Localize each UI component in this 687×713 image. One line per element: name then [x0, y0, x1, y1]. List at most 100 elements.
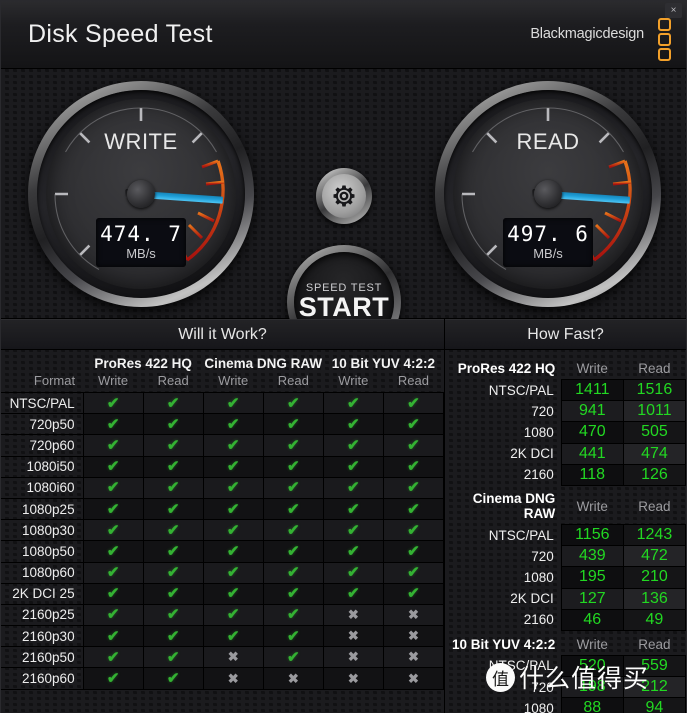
- format-label: 1080p60: [1, 561, 84, 584]
- support-check-icon: ✔: [142, 540, 204, 563]
- read-gauge: READ 497. 6 MB/s: [435, 81, 661, 307]
- format-label: 1080p50: [1, 540, 84, 563]
- support-check-icon: ✔: [262, 497, 324, 521]
- support-cross-icon: ✖: [322, 646, 384, 669]
- col-dng-read: Read: [277, 373, 309, 388]
- support-check-icon: ✔: [262, 391, 324, 415]
- results-panels: Will it Work? ProRes 422 HQ Cinema DNG R…: [1, 319, 687, 713]
- format-label: 1080: [523, 700, 554, 713]
- support-check-icon: ✔: [142, 455, 204, 478]
- table-row: NTSC/PAL 1411 1516: [445, 378, 687, 402]
- support-check-icon: ✔: [142, 561, 204, 584]
- how-fast-heading: How Fast?: [445, 319, 686, 350]
- support-check-icon: ✔: [142, 582, 204, 605]
- read-speed-value: 474: [622, 442, 687, 465]
- support-check-icon: ✔: [262, 455, 324, 478]
- support-check-icon: ✔: [382, 391, 445, 415]
- table-row: 1080i50 ✔ ✔ ✔ ✔ ✔ ✔: [1, 455, 445, 478]
- codec-name: ProRes 422 HQ: [457, 361, 556, 377]
- blackmagic-logo-icon: [658, 18, 671, 61]
- codec-section-header: Cinema DNG RAW Write Read: [445, 485, 686, 524]
- format-label: 1080i50: [1, 455, 84, 478]
- write-gauge-label: WRITE: [104, 129, 178, 154]
- read-col-header: Read: [638, 361, 671, 376]
- read-gauge-bezel: READ 497. 6 MB/s: [444, 90, 652, 298]
- read-gauge-label: READ: [516, 129, 580, 154]
- table-row: 1080p60 ✔ ✔ ✔ ✔ ✔ ✔: [1, 561, 445, 584]
- read-speed-value: 210: [622, 566, 687, 589]
- support-check-icon: ✔: [142, 519, 204, 542]
- support-check-icon: ✔: [82, 455, 144, 478]
- support-check-icon: ✔: [322, 561, 384, 584]
- support-cross-icon: ✖: [202, 646, 264, 669]
- write-speed-value: 88: [560, 697, 624, 713]
- settings-button[interactable]: [316, 168, 372, 224]
- table-row: NTSC/PAL 520 559: [445, 654, 687, 678]
- support-check-icon: ✔: [82, 434, 144, 457]
- write-needle-hub: [127, 180, 155, 208]
- codec-name: Cinema DNG RAW: [472, 491, 556, 522]
- table-row: 1080p25 ✔ ✔ ✔ ✔ ✔ ✔: [1, 497, 445, 521]
- read-readout: 497. 6 MB/s: [503, 217, 593, 267]
- close-icon[interactable]: ×: [665, 3, 682, 18]
- support-check-icon: ✔: [262, 413, 324, 436]
- write-speed-value: 1411: [560, 378, 624, 402]
- support-check-icon: ✔: [142, 476, 204, 499]
- gauge-area: WRITE 474. 7 MB/s READ 497. 6 MB/s SPEED…: [1, 69, 686, 359]
- support-check-icon: ✔: [142, 434, 204, 457]
- write-speed-value: 941: [560, 400, 624, 423]
- col-format: Format: [33, 373, 76, 388]
- support-check-icon: ✔: [262, 603, 324, 627]
- support-cross-icon: ✖: [322, 603, 384, 627]
- read-speed-value: 1243: [622, 523, 687, 547]
- support-check-icon: ✔: [262, 561, 324, 584]
- table-row: 720 439 472: [445, 545, 687, 568]
- col-yuv-read: Read: [397, 373, 429, 388]
- how-fast-body: ProRes 422 HQ Write Read NTSC/PAL 1411 1516 72…: [445, 355, 687, 713]
- support-check-icon: ✔: [82, 625, 144, 648]
- group-spacer: [1, 350, 83, 372]
- support-cross-icon: ✖: [382, 667, 445, 690]
- write-speed-value: 46: [560, 608, 624, 631]
- table-row: 720p50 ✔ ✔ ✔ ✔ ✔ ✔: [1, 413, 445, 436]
- support-check-icon: ✔: [322, 413, 384, 436]
- support-check-icon: ✔: [202, 582, 264, 605]
- format-label: 1080i60: [1, 476, 84, 499]
- support-check-icon: ✔: [262, 476, 324, 499]
- support-check-icon: ✔: [82, 519, 144, 542]
- support-check-icon: ✔: [382, 413, 445, 436]
- format-label: 1080: [523, 424, 554, 440]
- support-cross-icon: ✖: [202, 667, 264, 690]
- table-row: 2160p30 ✔ ✔ ✔ ✔ ✖ ✖: [1, 625, 445, 648]
- support-check-icon: ✔: [382, 497, 445, 521]
- format-label: 2160p60: [1, 667, 84, 690]
- format-label: 1080p25: [1, 497, 84, 521]
- support-check-icon: ✔: [322, 582, 384, 605]
- will-it-work-body: NTSC/PAL ✔ ✔ ✔ ✔ ✔ ✔ 720p50 ✔ ✔ ✔ ✔ ✔ ✔ 720p60 ✔ ✔ ✔ ✔ ✔ ✔ 10…: [1, 391, 445, 690]
- format-label: 2K DCI: [510, 591, 554, 607]
- table-row: 720 941 1011: [445, 400, 687, 423]
- table-row: NTSC/PAL ✔ ✔ ✔ ✔ ✔ ✔: [1, 391, 445, 415]
- support-check-icon: ✔: [382, 476, 445, 499]
- support-check-icon: ✔: [322, 540, 384, 563]
- support-check-icon: ✔: [82, 667, 144, 690]
- format-label: 2K DCI: [510, 446, 554, 462]
- write-col-header: Write: [576, 361, 608, 376]
- format-label: 1080p30: [1, 519, 84, 542]
- write-value: 474. 7: [100, 221, 182, 246]
- support-cross-icon: ✖: [382, 603, 445, 627]
- write-speed-value: 441: [560, 442, 624, 465]
- table-row: NTSC/PAL 1156 1243: [445, 523, 687, 547]
- read-speed-value: 1011: [622, 400, 687, 423]
- col-prores-write: Write: [98, 373, 129, 388]
- support-check-icon: ✔: [322, 434, 384, 457]
- gear-glyph: [333, 185, 355, 207]
- support-check-icon: ✔: [142, 391, 204, 415]
- table-row: 2160p60 ✔ ✔ ✖ ✖ ✖ ✖: [1, 667, 445, 690]
- support-check-icon: ✔: [202, 455, 264, 478]
- table-row: 2160p25 ✔ ✔ ✔ ✔ ✖ ✖: [1, 603, 445, 627]
- support-check-icon: ✔: [82, 497, 144, 521]
- support-check-icon: ✔: [202, 476, 264, 499]
- write-speed-value: 118: [560, 463, 624, 486]
- group-prores: ProRes 422 HQ: [94, 356, 192, 371]
